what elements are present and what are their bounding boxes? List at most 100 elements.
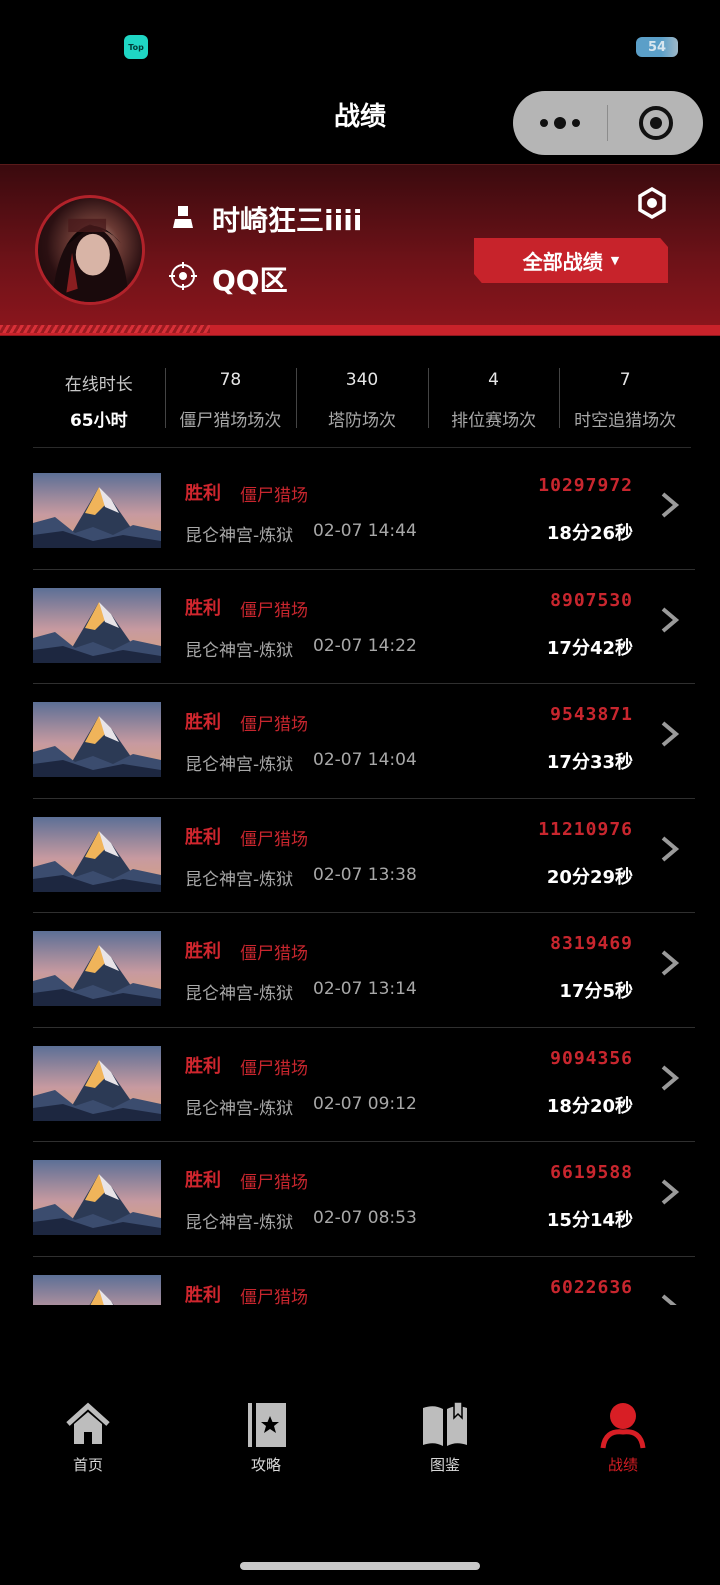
- map-name: 昆仑神宫-炼狱: [185, 869, 294, 890]
- more-button[interactable]: [513, 91, 607, 155]
- match-time: 02-07 13:38: [313, 864, 417, 885]
- stat-ranked: 4 排位赛场次: [427, 360, 560, 447]
- region-label: QQ区: [212, 264, 288, 297]
- match-time: 02-07 08:53: [313, 1208, 417, 1228]
- record-row[interactable]: 胜利 僵尸猎场 昆仑神宫-炼狱 02-07 13:14 8319469 17分5…: [33, 913, 695, 1028]
- avatar[interactable]: [35, 195, 145, 305]
- profile-icon: [600, 1403, 646, 1449]
- map-thumbnail: [33, 702, 161, 777]
- record-row[interactable]: 胜利 僵尸猎场 昆仑神宫-炼狱 02-07 09:12 9094356 18分2…: [33, 1028, 695, 1142]
- user-icon: [173, 206, 193, 228]
- mode-label: 僵尸猎场: [240, 715, 308, 735]
- stat-online-time: 在线时长 65小时: [33, 360, 165, 447]
- record-row[interactable]: 胜利 僵尸猎场 昆仑神宫-炼狱 02-07 14:04 9543871 17分3…: [33, 684, 695, 799]
- tab-encyclopedia[interactable]: 图鉴: [400, 1400, 490, 1475]
- stat-label: 排位赛场次: [451, 411, 537, 431]
- score: 6619588: [550, 1162, 633, 1183]
- stats-summary: 在线时长 65小时 78 僵尸猎场场次 340 塔防场次 4 排位赛场次 7 时…: [33, 360, 691, 448]
- close-target-icon: [638, 106, 673, 140]
- match-time: 02-07 09:12: [313, 1093, 417, 1114]
- app-badge-icon: Top: [124, 35, 148, 59]
- result-label: 胜利: [185, 826, 221, 848]
- map-name: 昆仑神宫-炼狱: [185, 640, 294, 661]
- stat-value: 7: [619, 370, 631, 390]
- map-thumbnail: [33, 587, 161, 663]
- mode-label: 僵尸猎场: [240, 486, 308, 506]
- tab-label: 攻略: [250, 1456, 281, 1474]
- stat-value: 4: [488, 370, 499, 390]
- battery-indicator: 54: [636, 37, 678, 57]
- chevron-right-icon: [661, 1293, 678, 1305]
- record-list: 胜利 僵尸猎场 昆仑神宫-炼狱 02-07 14:44 10297972 18分…: [33, 455, 695, 1305]
- chevron-right-icon: [661, 950, 680, 976]
- tab-home[interactable]: 首页: [43, 1400, 133, 1475]
- more-dot-icon: [540, 119, 548, 127]
- match-time: 02-07 14:04: [313, 750, 417, 770]
- stat-value: 340: [345, 370, 379, 390]
- mode-label: 僵尸猎场: [240, 1058, 308, 1079]
- duration: 18分20秒: [546, 1095, 633, 1117]
- guide-icon: [248, 1403, 286, 1447]
- tab-guide[interactable]: 攻略: [221, 1400, 311, 1475]
- close-button[interactable]: [608, 91, 703, 155]
- mode-label: 僵尸猎场: [240, 1173, 308, 1193]
- status-bar: Top 54: [0, 0, 720, 90]
- result-label: 胜利: [185, 1055, 221, 1077]
- chevron-right-icon: [661, 1179, 680, 1205]
- duration: 17分5秒: [559, 981, 633, 1002]
- record-row[interactable]: 胜利 僵尸猎场 昆仑神宫-炼狱 02-07 13:38 11210976 20分…: [33, 799, 695, 913]
- stat-tower-defense: 340 塔防场次: [296, 360, 428, 447]
- stat-zombie-hunt: 78 僵尸猎场场次: [164, 360, 297, 447]
- score: 8319469: [550, 933, 633, 954]
- score: 11210976: [538, 818, 633, 840]
- map-thumbnail: [33, 1274, 161, 1305]
- score: 9543871: [550, 704, 633, 725]
- home-indicator: [240, 1562, 480, 1570]
- stat-label: 时空追猎场次: [574, 411, 677, 431]
- match-time: 02-07 14:22: [313, 635, 417, 656]
- stat-value: 65小时: [69, 411, 128, 431]
- filter-all-records-button[interactable]: 全部战绩 ▼: [474, 238, 668, 283]
- stat-label: 僵尸猎场场次: [179, 411, 282, 431]
- tab-label: 首页: [72, 1456, 103, 1474]
- result-label: 胜利: [185, 1284, 221, 1306]
- chevron-right-icon: [661, 835, 680, 862]
- profile-header: 时崎狂三iiii QQ区 全部战绩 ▼: [0, 164, 720, 336]
- record-row[interactable]: 胜利 僵尸猎场 昆仑神宫-炼狱 02-07 14:22 8907530 17分4…: [33, 570, 695, 684]
- record-row[interactable]: 胜利 僵尸猎场 昆仑神宫-炼狱 02-07 14:44 10297972 18分…: [33, 455, 695, 570]
- mini-program-capsule: [513, 91, 703, 155]
- chevron-right-icon: [661, 1064, 680, 1091]
- map-name: 昆仑神宫-炼狱: [185, 755, 294, 775]
- score: 10297972: [538, 475, 633, 496]
- filter-label: 全部战绩: [522, 250, 603, 274]
- result-label: 胜利: [185, 1170, 221, 1191]
- map-thumbnail: [33, 1045, 161, 1121]
- tab-label: 图鉴: [429, 1456, 460, 1474]
- duration: 20分29秒: [546, 866, 633, 888]
- record-row[interactable]: 胜利 僵尸猎场 6022636: [33, 1257, 695, 1306]
- map-thumbnail: [33, 931, 161, 1006]
- result-label: 胜利: [185, 597, 221, 619]
- more-dot-icon: [572, 119, 580, 127]
- tab-records[interactable]: 战绩: [578, 1400, 668, 1475]
- bottom-tab-bar: 首页 攻略 图鉴 战绩: [0, 1380, 720, 1500]
- result-label: 胜利: [185, 941, 221, 962]
- duration: 18分26秒: [546, 523, 633, 544]
- mode-label: 僵尸猎场: [240, 600, 308, 621]
- match-time: 02-07 14:44: [313, 521, 417, 541]
- stat-value: 78: [219, 370, 242, 390]
- result-label: 胜利: [185, 712, 221, 733]
- record-row[interactable]: 胜利 僵尸猎场 昆仑神宫-炼狱 02-07 08:53 6619588 15分1…: [33, 1142, 695, 1257]
- mode-label: 僵尸猎场: [240, 944, 308, 964]
- map-name: 昆仑神宫-炼狱: [185, 1213, 294, 1233]
- chevron-right-icon: [661, 606, 680, 633]
- result-label: 胜利: [185, 483, 221, 504]
- home-icon: [66, 1402, 110, 1444]
- score: 9094356: [550, 1047, 633, 1069]
- score: 6022636: [550, 1276, 633, 1298]
- stat-label: 塔防场次: [327, 411, 396, 431]
- book-icon: [423, 1401, 467, 1446]
- score: 8907530: [550, 589, 633, 611]
- settings-icon[interactable]: [636, 187, 668, 219]
- decorative-stripe: [0, 325, 210, 333]
